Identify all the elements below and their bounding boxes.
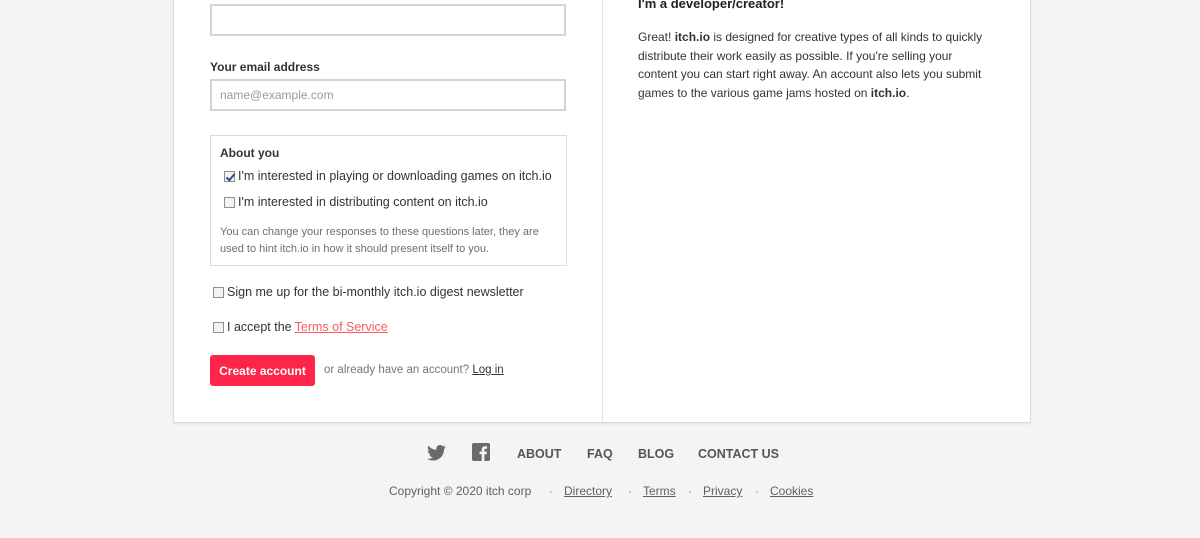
footer-about-link[interactable]: About [517, 447, 561, 461]
cookies-link[interactable]: Cookies [770, 484, 813, 498]
newsletter-checkbox[interactable] [213, 286, 224, 298]
newsletter-option[interactable]: Sign me up for the bi-monthly itch.io di… [213, 285, 524, 299]
newsletter-label: Sign me up for the bi-monthly itch.io di… [227, 285, 524, 299]
accept-terms-label: I accept the [227, 320, 292, 334]
top-text-input[interactable] [210, 4, 566, 36]
login-prompt: or already have an account? Log in [324, 364, 504, 376]
facebook-icon[interactable] [472, 443, 490, 466]
brand-name-2: itch.io [870, 86, 907, 101]
developer-heading: I'm a developer/creator! [638, 0, 785, 11]
login-prompt-text: or already have an account? [324, 364, 470, 376]
create-account-button[interactable]: Create account [210, 355, 315, 386]
twitter-icon[interactable] [427, 445, 446, 466]
terms-link[interactable]: Terms [643, 484, 676, 498]
footer-faq-link[interactable]: FAQ [587, 447, 613, 461]
separator-dot: · [688, 484, 692, 498]
footer-contact-link[interactable]: Contact us [698, 447, 779, 461]
separator-dot: · [549, 484, 553, 498]
developer-description: Great! itch.io is designed for creative … [638, 28, 994, 103]
play-games-option[interactable]: I'm interested in playing or downloading… [224, 169, 552, 183]
email-label: Your email address [210, 60, 320, 74]
accept-terms-checkbox[interactable] [213, 321, 224, 333]
about-you-title: About you [220, 146, 280, 160]
distribute-content-label: I'm interested in distributing content o… [238, 195, 488, 209]
about-you-box: About you I'm interested in playing or d… [210, 135, 567, 266]
email-field[interactable] [210, 79, 566, 111]
footer-blog-link[interactable]: Blog [638, 447, 674, 461]
copyright-text: Copyright © 2020 itch corp [389, 484, 532, 498]
developer-text-end: . [906, 86, 910, 101]
brand-name: itch.io [674, 30, 711, 44]
play-games-label: I'm interested in playing or downloading… [238, 169, 552, 183]
play-games-checkbox[interactable] [224, 170, 235, 182]
accept-terms-option[interactable]: I accept the Terms of Service [213, 320, 388, 334]
about-help-text: You can change your responses to these q… [220, 226, 539, 255]
privacy-link[interactable]: Privacy [703, 484, 742, 498]
directory-link[interactable]: Directory [564, 484, 612, 498]
footer-nav: About FAQ Blog Contact us [0, 443, 1200, 465]
separator-dot: · [628, 484, 632, 498]
developer-text-1: Great! [638, 30, 675, 44]
login-link[interactable]: Log in [472, 364, 503, 376]
separator-dot: · [755, 484, 759, 498]
column-divider [602, 0, 603, 422]
terms-of-service-link[interactable]: Terms of Service [295, 320, 388, 334]
signup-card: Your email address About you I'm interes… [173, 0, 1031, 423]
distribute-content-checkbox[interactable] [224, 196, 235, 208]
distribute-content-option[interactable]: I'm interested in distributing content o… [224, 195, 488, 209]
